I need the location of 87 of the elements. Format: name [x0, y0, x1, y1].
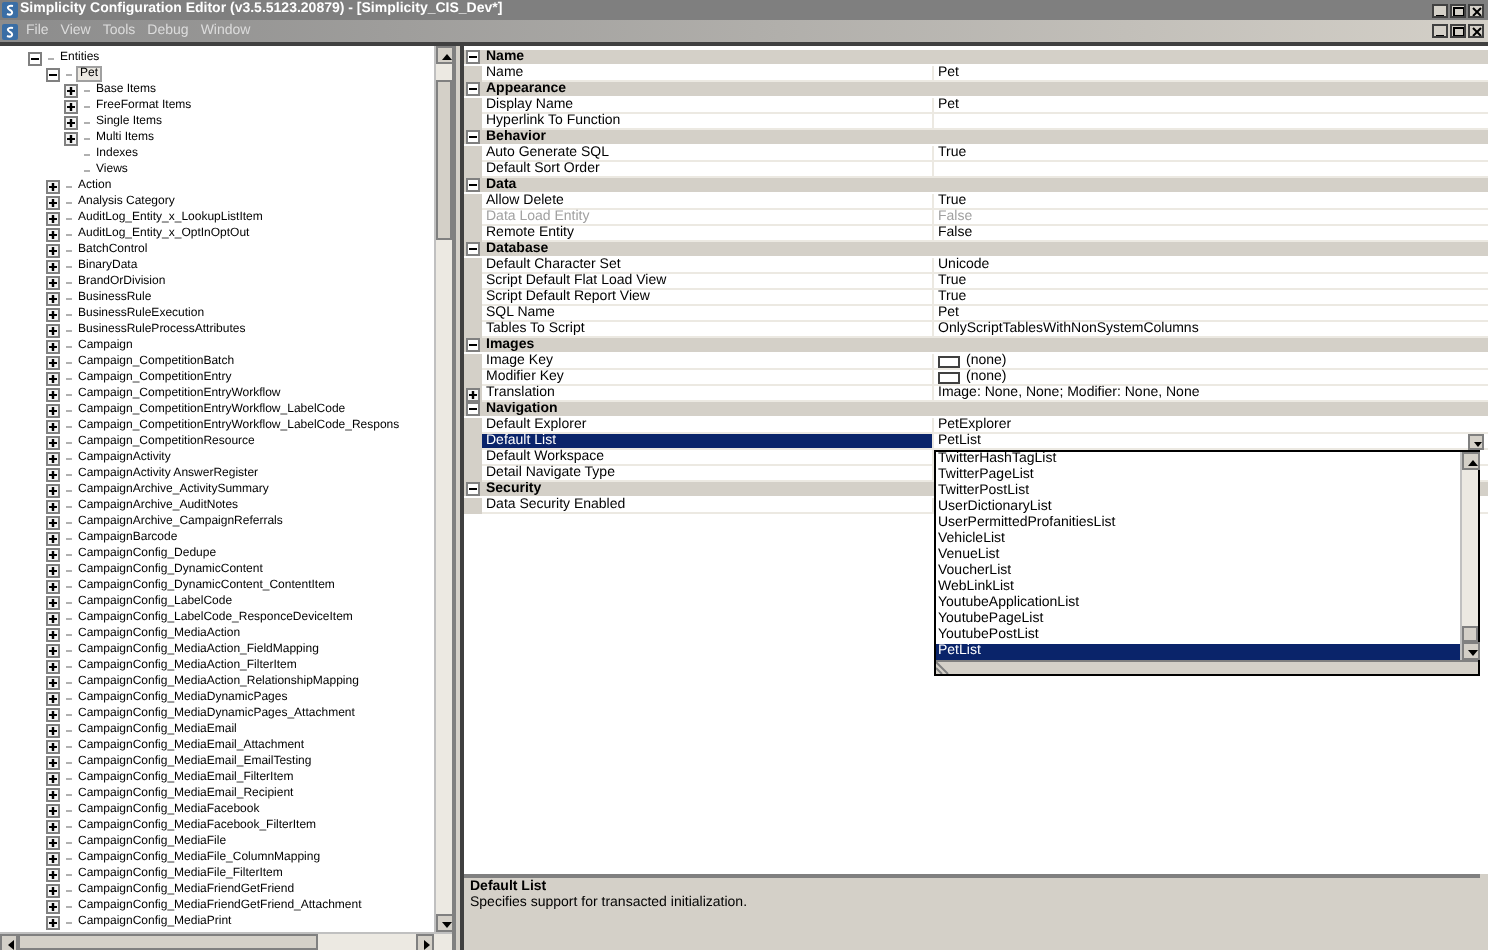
- minimize-icon[interactable]: [1432, 3, 1448, 17]
- scroll-thumb[interactable]: [18, 934, 318, 950]
- expand-icon[interactable]: [46, 483, 60, 497]
- expand-icon[interactable]: [46, 835, 60, 849]
- expand-icon[interactable]: [46, 739, 60, 753]
- collapse-icon[interactable]: [28, 51, 42, 65]
- close-icon[interactable]: [1468, 3, 1484, 17]
- image-swatch: [938, 355, 960, 367]
- expand-icon[interactable]: [46, 675, 60, 689]
- expand-icon[interactable]: [46, 611, 60, 625]
- scroll-up-icon[interactable]: [1462, 452, 1480, 470]
- collapse-icon[interactable]: [466, 50, 480, 64]
- expand-icon[interactable]: [46, 259, 60, 273]
- expand-icon[interactable]: [46, 579, 60, 593]
- expand-icon[interactable]: [64, 131, 78, 145]
- expand-icon[interactable]: [46, 243, 60, 257]
- expand-icon[interactable]: [46, 323, 60, 337]
- value-cell[interactable]: [934, 162, 1488, 178]
- expand-icon[interactable]: [46, 227, 60, 241]
- expand-icon[interactable]: [46, 627, 60, 641]
- collapse-icon[interactable]: [466, 130, 480, 144]
- expand-icon[interactable]: [46, 643, 60, 657]
- expand-icon[interactable]: [46, 915, 60, 929]
- scroll-thumb[interactable]: [436, 80, 452, 240]
- collapse-icon[interactable]: [466, 242, 480, 256]
- close-icon[interactable]: [1468, 24, 1484, 38]
- scroll-left-icon[interactable]: [0, 934, 18, 950]
- image-swatch: [938, 371, 960, 383]
- expand-icon[interactable]: [46, 723, 60, 737]
- expand-icon[interactable]: [46, 435, 60, 449]
- expand-icon[interactable]: [46, 467, 60, 481]
- expand-icon[interactable]: [64, 99, 78, 113]
- expand-icon[interactable]: [46, 771, 60, 785]
- value-cell[interactable]: [934, 114, 1488, 130]
- expand-icon[interactable]: [46, 803, 60, 817]
- expand-icon[interactable]: [46, 371, 60, 385]
- expand-icon[interactable]: [46, 419, 60, 433]
- expand-icon[interactable]: [46, 387, 60, 401]
- scrollbar[interactable]: [1460, 452, 1478, 660]
- expand-icon[interactable]: [46, 755, 60, 769]
- app-logo-icon: [2, 2, 18, 18]
- expand-icon[interactable]: [46, 867, 60, 881]
- expand-icon[interactable]: [64, 115, 78, 129]
- expand-icon[interactable]: [46, 403, 60, 417]
- expand-icon[interactable]: [466, 387, 480, 401]
- collapse-icon[interactable]: [466, 178, 480, 192]
- expand-icon[interactable]: [46, 707, 60, 721]
- expand-icon[interactable]: [46, 499, 60, 513]
- expand-icon[interactable]: [46, 531, 60, 545]
- minimize-icon[interactable]: [1432, 24, 1448, 38]
- scroll-down-icon[interactable]: [436, 914, 454, 932]
- scroll-up-icon[interactable]: [436, 46, 454, 64]
- expand-icon[interactable]: [46, 691, 60, 705]
- resize-grip-icon[interactable]: [936, 662, 950, 674]
- collapse-icon[interactable]: [466, 402, 480, 416]
- expand-icon[interactable]: [46, 195, 60, 209]
- expand-icon[interactable]: [46, 211, 60, 225]
- expand-icon[interactable]: [46, 563, 60, 577]
- maximize-icon[interactable]: [1450, 3, 1466, 17]
- expand-icon[interactable]: [46, 307, 60, 321]
- scroll-down-icon[interactable]: [1462, 642, 1480, 660]
- collapse-icon[interactable]: [466, 82, 480, 96]
- expand-icon[interactable]: [46, 659, 60, 673]
- expand-icon[interactable]: [46, 339, 60, 353]
- expand-icon[interactable]: [46, 179, 60, 193]
- collapse-icon[interactable]: [46, 67, 60, 81]
- expand-icon[interactable]: [64, 83, 78, 97]
- expand-icon[interactable]: [46, 451, 60, 465]
- app-logo-icon: [2, 23, 18, 39]
- collapse-icon[interactable]: [466, 338, 480, 352]
- scroll-right-icon[interactable]: [416, 934, 434, 950]
- expand-icon[interactable]: [46, 547, 60, 561]
- collapse-icon[interactable]: [466, 482, 480, 496]
- expand-icon[interactable]: [46, 355, 60, 369]
- expand-icon[interactable]: [46, 883, 60, 897]
- expand-icon[interactable]: [46, 291, 60, 305]
- expand-icon[interactable]: [46, 899, 60, 913]
- expand-icon[interactable]: [46, 595, 60, 609]
- horizontal-scrollbar[interactable]: [0, 932, 452, 950]
- expand-icon[interactable]: [46, 275, 60, 289]
- expand-icon[interactable]: [46, 851, 60, 865]
- scrollbar[interactable]: [434, 46, 452, 932]
- expand-icon[interactable]: [46, 787, 60, 801]
- expand-icon[interactable]: [46, 819, 60, 833]
- scroll-thumb[interactable]: [1462, 626, 1478, 642]
- restore-icon[interactable]: [1450, 24, 1466, 38]
- expand-icon[interactable]: [46, 515, 60, 529]
